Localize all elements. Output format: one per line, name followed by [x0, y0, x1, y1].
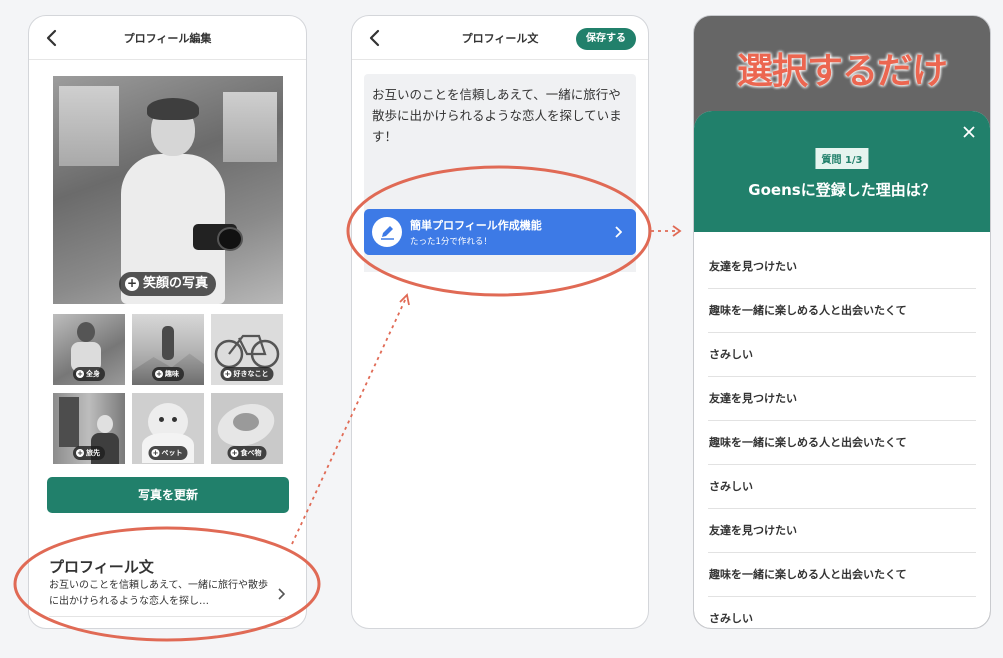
answer-list: 友達を見つけたい 趣味を一緒に楽しめる人と出会いたくて さみしい 友達を見つけた… — [708, 245, 976, 628]
easy-profile-subtitle: たった1分で作れる！ — [410, 237, 492, 247]
main-photo-label[interactable]: + 笑顔の写真 — [119, 272, 217, 296]
plus-circle-icon: + — [223, 370, 232, 378]
answer-option[interactable]: 趣味を一緒に楽しめる人と出会いたくて — [708, 421, 976, 465]
top-bar: プロフィール編集 — [29, 16, 306, 60]
thumbnail-photo[interactable]: + 好きなこと — [211, 314, 283, 385]
question-header: 質問 1/3 Goensに登録した理由は？ — [694, 111, 990, 232]
plus-circle-icon: + — [76, 370, 84, 378]
divider — [49, 616, 286, 617]
chevron-right-icon[interactable] — [277, 588, 285, 600]
thumbnail-label: ペット — [161, 449, 183, 457]
thumbnail-tag[interactable]: + 旅先 — [73, 446, 105, 460]
update-photo-button[interactable]: 写真を更新 — [47, 477, 289, 513]
question-title: Goensに登録した理由は？ — [748, 181, 936, 199]
plus-circle-icon: + — [151, 449, 160, 457]
thumbnail-tag[interactable]: + 食べ物 — [227, 446, 267, 460]
thumbnail-label: 旅先 — [86, 449, 100, 457]
save-button[interactable]: 保存する — [576, 28, 636, 50]
answer-option[interactable]: さみしい — [708, 465, 976, 509]
easy-profile-button[interactable]: 簡単プロフィール作成機能 たった1分で作れる！ — [364, 209, 636, 255]
page-title: プロフィール編集 — [123, 32, 212, 45]
thumbnail-tag[interactable]: + ペット — [148, 446, 188, 460]
easy-profile-title: 簡単プロフィール作成機能 — [410, 219, 542, 232]
close-icon[interactable] — [962, 125, 976, 139]
answer-option[interactable]: 友達を見つけたい — [708, 245, 976, 289]
answer-option[interactable]: 趣味を一緒に楽しめる人と出会いたくて — [708, 289, 976, 333]
answer-option[interactable]: 友達を見つけたい — [708, 377, 976, 421]
thumbnail-photo[interactable]: + 趣味 — [132, 314, 204, 385]
thumbnail-tag[interactable]: + 趣味 — [152, 367, 184, 381]
profile-text-heading: プロフィール文 — [49, 558, 154, 576]
question-sheet: 質問 1/3 Goensに登録した理由は？ 友達を見つけたい 趣味を一緒に楽しめ… — [694, 111, 990, 628]
question-counter-badge: 質問 1/3 — [815, 148, 869, 169]
thumbnail-label: 好きなこと — [233, 370, 269, 378]
plus-circle-icon: + — [125, 276, 139, 291]
thumbnail-photo[interactable]: + ペット — [132, 393, 204, 464]
main-photo-label-text: 笑顔の写真 — [143, 276, 209, 291]
thumbnail-label: 全身 — [86, 370, 100, 378]
plus-circle-icon: + — [155, 370, 163, 378]
thumbnail-tag[interactable]: + 好きなこと — [220, 367, 274, 381]
profile-text-area[interactable]: お互いのことを信頼しあえて、一緒に旅行や散歩に出かけられるような恋人を探していま… — [364, 74, 636, 196]
question-screen: 選択するだけ 質問 1/3 Goensに登録した理由は？ 友達を見つけたい 趣味… — [693, 15, 991, 629]
answer-option[interactable]: 友達を見つけたい — [708, 509, 976, 553]
chevron-right-icon — [615, 226, 622, 238]
plus-circle-icon: + — [230, 449, 239, 457]
top-bar: プロフィール文 保存する — [352, 16, 648, 60]
thumbnail-photo[interactable]: + 旅先 — [53, 393, 125, 464]
dotted-arrow-icon — [651, 225, 682, 237]
profile-text-screen: プロフィール文 保存する お互いのことを信頼しあえて、一緒に旅行や散歩に出かけら… — [351, 15, 649, 629]
thumbnail-tag[interactable]: + 全身 — [73, 367, 105, 381]
caption-text: 選択するだけ — [736, 51, 948, 92]
pencil-icon — [372, 217, 402, 247]
profile-text-preview[interactable]: お互いのことを信頼しあえて、一緒に旅行や散歩に出かけられるような恋人を探し… — [49, 578, 277, 610]
answer-option[interactable]: 趣味を一緒に楽しめる人と出会いたくて — [708, 553, 976, 597]
answer-option[interactable]: さみしい — [708, 597, 976, 628]
main-photo[interactable]: + 笑顔の写真 — [53, 76, 283, 304]
thumbnail-photo[interactable]: + 食べ物 — [211, 393, 283, 464]
thumbnail-label: 趣味 — [165, 370, 179, 378]
thumbnail-photo[interactable]: + 全身 — [53, 314, 125, 385]
thumbnail-label: 食べ物 — [240, 449, 262, 457]
profile-edit-screen: プロフィール編集 + 笑顔の写真 + 全身 + 趣味 + 好きなこと + 旅先 … — [28, 15, 307, 629]
plus-circle-icon: + — [76, 449, 84, 457]
answer-option[interactable]: さみしい — [708, 333, 976, 377]
